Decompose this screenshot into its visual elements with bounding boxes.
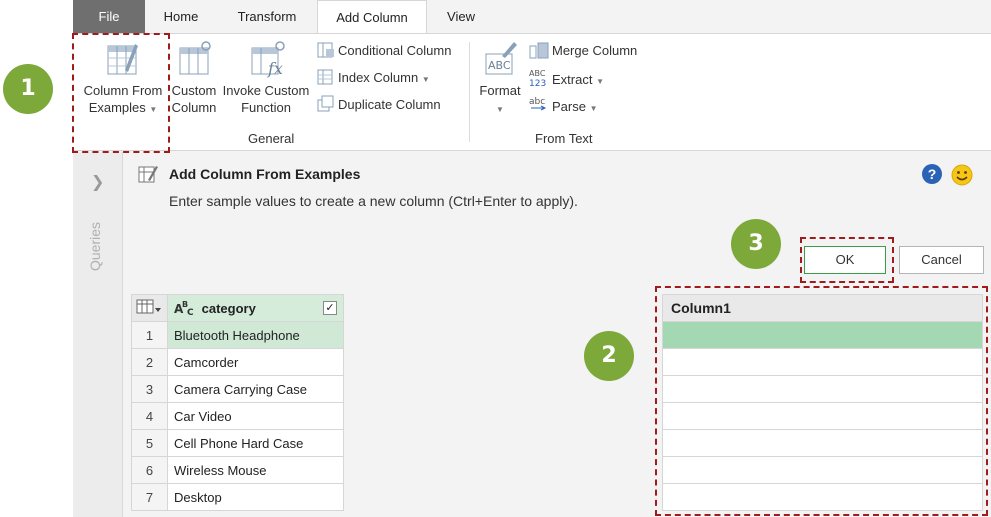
format-label: Format <box>479 83 521 98</box>
table-menu-icon <box>136 299 161 313</box>
table-row[interactable]: 1 Bluetooth Headphone <box>131 321 344 349</box>
queries-pane-label[interactable]: Queries <box>87 222 103 271</box>
svg-text:ABC: ABC <box>529 69 546 78</box>
group-separator <box>469 42 470 142</box>
svg-text:ABC: ABC <box>488 59 511 72</box>
row-number: 2 <box>131 348 168 376</box>
category-cell: Camera Carrying Case <box>167 375 344 403</box>
tab-add-column[interactable]: Add Column <box>317 0 427 34</box>
conditional-column-label: Conditional Column <box>338 43 452 58</box>
parse-label: Parse <box>552 99 586 114</box>
extract-button[interactable]: ABC 123 Extract ▼ <box>529 68 605 89</box>
tab-file[interactable]: File <box>73 0 145 33</box>
tab-home[interactable]: Home <box>151 0 211 33</box>
merge-column-label: Merge Column <box>552 43 638 58</box>
chevron-down-icon: ▼ <box>596 77 605 86</box>
table-row[interactable]: 7 Desktop <box>131 483 344 511</box>
category-cell: Desktop <box>167 483 344 511</box>
category-cell: Cell Phone Hard Case <box>167 429 344 457</box>
help-icon[interactable]: ? <box>922 164 942 184</box>
column-include-checkbox[interactable]: ✓ <box>323 301 337 315</box>
invoke-function-icon: fx <box>251 41 285 78</box>
table-menu-cell[interactable] <box>131 294 168 322</box>
merge-column-button[interactable]: Merge Column <box>529 41 637 61</box>
table-row[interactable]: 4 Car Video <box>131 402 344 430</box>
ribbon-tabs: File Home Transform Add Column View <box>73 0 991 34</box>
category-header-label: category <box>201 301 256 316</box>
index-column-button[interactable]: Index Column ▼ <box>317 68 430 88</box>
index-column-icon <box>317 69 333 85</box>
parse-icon: abc <box>529 97 547 111</box>
extract-label: Extract <box>552 72 593 87</box>
panel-title: Add Column From Examples <box>169 166 361 182</box>
svg-text:abc: abc <box>529 97 545 107</box>
abc-type-icon: A B C <box>174 300 194 318</box>
format-button[interactable]: ABC Format ▼ <box>475 40 525 118</box>
panel-description: Enter sample values to create a new colu… <box>169 193 578 209</box>
step-badge-1: 1 <box>3 64 53 114</box>
parse-button[interactable]: abc Parse ▼ <box>529 95 598 115</box>
invoke-custom-function-button[interactable]: fx Invoke Custom Function <box>221 40 311 116</box>
extract-icon: ABC123 <box>529 69 546 89</box>
svg-text:fx: fx <box>267 59 283 78</box>
custom-column-icon <box>179 41 211 75</box>
category-cell: Car Video <box>167 402 344 430</box>
merge-column-icon <box>529 42 549 59</box>
category-cell: Wireless Mouse <box>167 456 344 484</box>
category-cell: Camcorder <box>167 348 344 376</box>
group-label-from-text: From Text <box>535 131 593 146</box>
highlight-box-ok-button <box>800 237 894 283</box>
index-column-label: Index Column <box>338 70 419 85</box>
invoke-custom-function-label-2: Function <box>241 100 291 115</box>
custom-column-button[interactable]: Custom Column <box>169 40 219 116</box>
expand-chevron-icon[interactable]: ❯ <box>91 172 104 192</box>
row-number: 3 <box>131 375 168 403</box>
category-cell: Bluetooth Headphone <box>167 321 344 349</box>
chevron-down-icon: ▼ <box>496 105 504 114</box>
svg-text:C: C <box>187 308 194 316</box>
source-table: A B C category ✓ 1 Bluetooth Headphone 2C… <box>131 294 344 511</box>
row-number: 7 <box>131 483 168 511</box>
column-from-examples-icon <box>138 166 158 183</box>
category-column-header[interactable]: A B C category ✓ <box>167 294 344 322</box>
format-icon: ABC <box>485 42 517 75</box>
svg-text:123: 123 <box>529 79 546 88</box>
duplicate-column-icon <box>317 95 334 112</box>
duplicate-column-label: Duplicate Column <box>338 97 441 112</box>
tab-transform[interactable]: Transform <box>223 0 311 33</box>
row-number: 4 <box>131 402 168 430</box>
smiley-feedback-icon[interactable] <box>951 164 973 186</box>
custom-column-label-1: Custom <box>171 83 217 98</box>
duplicate-column-button[interactable]: Duplicate Column <box>317 95 441 115</box>
highlight-box-new-column <box>655 286 988 516</box>
chevron-down-icon: ▼ <box>421 75 430 84</box>
step-badge-2: 2 <box>584 331 634 381</box>
row-number: 5 <box>131 429 168 457</box>
group-label-general: General <box>248 131 295 146</box>
custom-column-label-2: Column <box>171 100 217 115</box>
table-row[interactable]: 6 Wireless Mouse <box>131 456 344 484</box>
step-badge-3: 3 <box>731 219 781 269</box>
table-row[interactable]: 2 Camcorder <box>131 348 344 376</box>
invoke-custom-function-label-1: Invoke Custom <box>222 83 310 98</box>
tab-view[interactable]: View <box>435 0 487 33</box>
table-row[interactable]: 5 Cell Phone Hard Case <box>131 429 344 457</box>
chevron-down-icon: ▼ <box>589 104 598 113</box>
highlight-box-column-from-examples <box>72 33 170 153</box>
table-row[interactable]: 3 Camera Carrying Case <box>131 375 344 403</box>
conditional-column-button[interactable]: Conditional Column <box>317 41 451 61</box>
row-number: 6 <box>131 456 168 484</box>
row-number: 1 <box>131 321 168 349</box>
queries-pane: ❯ Queries <box>73 152 123 517</box>
cancel-button[interactable]: Cancel <box>899 246 984 274</box>
ribbon: Column From Examples ▼ Custom Column fx <box>73 33 991 151</box>
conditional-column-icon <box>317 42 334 58</box>
